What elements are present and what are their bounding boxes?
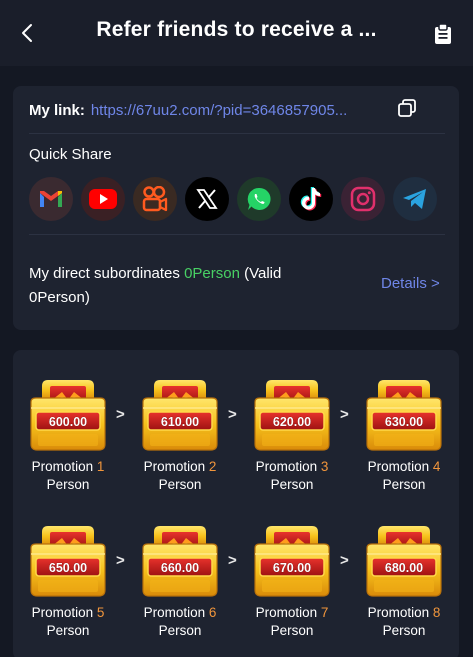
copy-icon[interactable] [397,98,419,120]
promotion-number: 2 [208,459,217,474]
details-link[interactable]: Details > [381,275,440,292]
promotion-text: Promotion [255,605,321,620]
reward-amount: 630.00 [385,415,423,429]
subordinates-label: My direct subordinates [29,265,180,282]
next-arrow-icon: > [228,552,237,569]
promotion-number: 3 [320,459,329,474]
promotion-label: Promotion 1 Person [18,458,118,494]
top-bar: Refer friends to receive a ... [0,0,473,66]
promotion-unit: Person [382,477,426,492]
treasure-chest-icon: 660.00 [140,524,220,598]
treasure-chest-icon: 630.00 [364,378,444,452]
promotion-label: Promotion 3 Person [242,458,342,494]
divider [29,234,445,235]
promotion-number: 6 [208,605,217,620]
link-label: My link: [29,101,85,119]
reward-chest: 620.00 [252,378,332,452]
promotion-text: Promotion [31,605,97,620]
clipboard-icon[interactable] [431,21,455,47]
promotion-unit: Person [158,477,202,492]
promotion-unit: Person [270,623,314,638]
reward-amount: 620.00 [273,415,311,429]
treasure-chest-icon: 610.00 [140,378,220,452]
promotion-number: 5 [96,605,105,620]
reward-amount: 610.00 [161,415,199,429]
promotion-text: Promotion [143,605,209,620]
promotion-label: Promotion 8 Person [354,604,454,640]
reward-amount: 600.00 [49,415,87,429]
treasure-chest-icon: 670.00 [252,524,332,598]
reward-chest: 610.00 [140,378,220,452]
promotion-number: 7 [320,605,329,620]
page-title: Refer friends to receive a ... [96,18,377,41]
back-arrow-icon[interactable] [14,20,40,46]
promotion-label: Promotion 2 Person [130,458,230,494]
promotion-unit: Person [270,477,314,492]
promotion-text: Promotion [143,459,209,474]
promotion-label: Promotion 4 Person [354,458,454,494]
instagram-icon[interactable] [341,177,385,221]
promotion-label: Promotion 7 Person [242,604,342,640]
telegram-icon[interactable] [393,177,437,221]
promotion-text: Promotion [367,605,433,620]
next-arrow-icon: > [228,406,237,423]
treasure-chest-icon: 650.00 [28,524,108,598]
kuaishou-icon[interactable] [133,177,177,221]
treasure-chest-icon: 680.00 [364,524,444,598]
next-arrow-icon: > [116,552,125,569]
invite-link[interactable]: https://67uu2.com/?pid=3646857905... [91,102,369,119]
treasure-chest-icon: 620.00 [252,378,332,452]
quick-share-label: Quick Share [29,146,112,163]
promotion-number: 8 [432,605,441,620]
promotion-text: Promotion [367,459,433,474]
reward-amount: 670.00 [273,561,311,575]
gmail-icon[interactable] [29,177,73,221]
next-arrow-icon: > [340,552,349,569]
reward-amount: 680.00 [385,561,423,575]
subordinates-summary: My direct subordinates 0Person (Valid 0P… [29,262,329,310]
promotion-unit: Person [158,623,202,638]
invite-card: My link: https://67uu2.com/?pid=36468579… [13,86,459,330]
tiktok-icon[interactable] [289,177,333,221]
link-row: My link: https://67uu2.com/?pid=36468579… [29,100,443,120]
promotion-text: Promotion [31,459,97,474]
promotion-unit: Person [46,477,90,492]
reward-chest: 630.00 [364,378,444,452]
reward-chest: 680.00 [364,524,444,598]
reward-chest: 670.00 [252,524,332,598]
promotion-text: Promotion [255,459,321,474]
youtube-icon[interactable] [81,177,125,221]
promotion-number: 1 [96,459,105,474]
divider [29,133,445,134]
next-arrow-icon: > [340,406,349,423]
promotion-label: Promotion 5 Person [18,604,118,640]
reward-chest: 600.00 [28,378,108,452]
promotion-unit: Person [46,623,90,638]
reward-amount: 650.00 [49,561,87,575]
reward-chest: 660.00 [140,524,220,598]
share-icons-row [29,177,449,223]
promotion-label: Promotion 6 Person [130,604,230,640]
promotion-number: 4 [432,459,441,474]
reward-amount: 660.00 [161,561,199,575]
treasure-chest-icon: 600.00 [28,378,108,452]
rewards-card: 600.00 Promotion 1 Person >610.00 Promotion … [13,350,459,657]
reward-chest: 650.00 [28,524,108,598]
promotion-unit: Person [382,623,426,638]
next-arrow-icon: > [116,406,125,423]
x-icon[interactable] [185,177,229,221]
whatsapp-icon[interactable] [237,177,281,221]
subordinates-count: 0Person [184,265,240,282]
